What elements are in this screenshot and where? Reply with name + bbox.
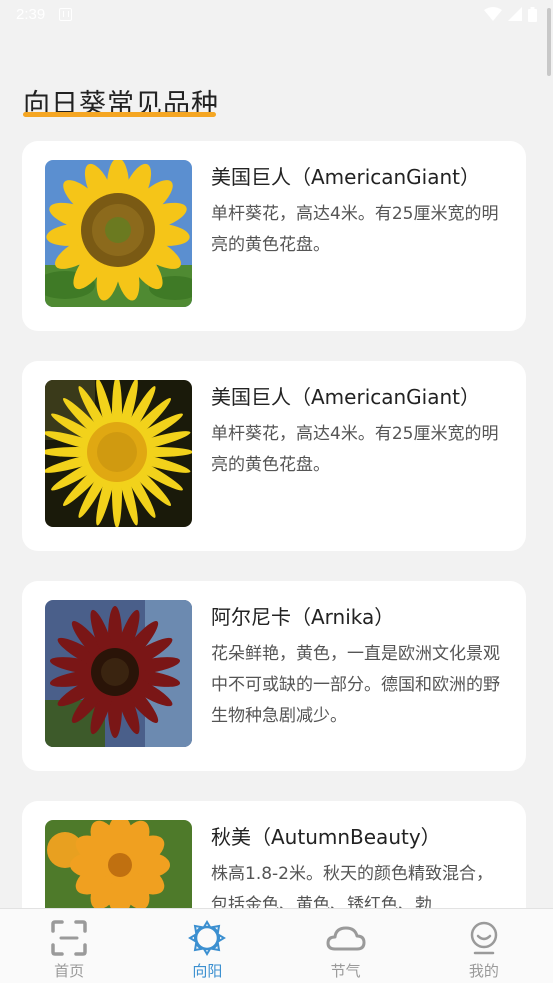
variety-description: 单杆葵花，高达4米。有25厘米宽的明亮的黄色花盘。 (211, 424, 499, 475)
signal-icon (508, 7, 522, 21)
bottom-nav: 首页 向阳 节气 我的 (0, 908, 553, 983)
cloud-icon (326, 926, 366, 951)
nav-item-sun[interactable]: 向阳 (138, 909, 276, 983)
nav-label: 向阳 (192, 962, 223, 980)
nav-label: 节气 (330, 962, 361, 980)
status-time: 2:39 (16, 5, 46, 23)
nav-label: 首页 (54, 962, 85, 980)
variety-title: 美国巨人（AmericanGiant） (211, 165, 481, 189)
variety-title: 秋美（AutumnBeauty） (211, 825, 441, 849)
nav-item-home[interactable]: 首页 (0, 909, 138, 983)
title-underline (23, 112, 216, 117)
variety-description: 花朵鲜艳，黄色，一直是欧洲文化景观中不可或缺的一部分。德国和欧洲的野生物种急剧减… (211, 644, 500, 726)
variety-card[interactable]: 美国巨人（AmericanGiant） 单杆葵花，高达4米。有25厘米宽的明亮的… (22, 361, 526, 551)
variety-title: 阿尔尼卡（Arnika） (211, 605, 395, 629)
status-icons (484, 6, 537, 22)
scrollbar[interactable] (547, 8, 551, 76)
wifi-icon (484, 7, 502, 21)
screen: 2:39 向日葵常见品种 美国巨人（AmericanGiant） 单杆葵花，高达… (0, 0, 553, 983)
variety-title: 美国巨人（AmericanGiant） (211, 385, 481, 409)
battery-icon (528, 6, 537, 22)
nav-label: 我的 (468, 962, 499, 980)
sunflower-image (45, 380, 192, 527)
variety-card[interactable]: 阿尔尼卡（Arnika） 花朵鲜艳，黄色，一直是欧洲文化景观中不可或缺的一部分。… (22, 581, 526, 771)
scan-frame-icon (51, 920, 87, 956)
status-bar: 2:39 (0, 0, 553, 28)
variety-card[interactable]: 美国巨人（AmericanGiant） 单杆葵花，高达4米。有25厘米宽的明亮的… (22, 141, 526, 331)
nav-item-solar-terms[interactable]: 节气 (277, 909, 415, 983)
variety-description: 单杆葵花，高达4米。有25厘米宽的明亮的黄色花盘。 (211, 204, 499, 255)
notification-icon (59, 7, 73, 21)
user-icon (470, 921, 498, 955)
sunflower-image (45, 600, 192, 747)
sun-icon (188, 920, 227, 956)
nav-item-mine[interactable]: 我的 (415, 909, 553, 983)
sunflower-image (45, 160, 192, 307)
